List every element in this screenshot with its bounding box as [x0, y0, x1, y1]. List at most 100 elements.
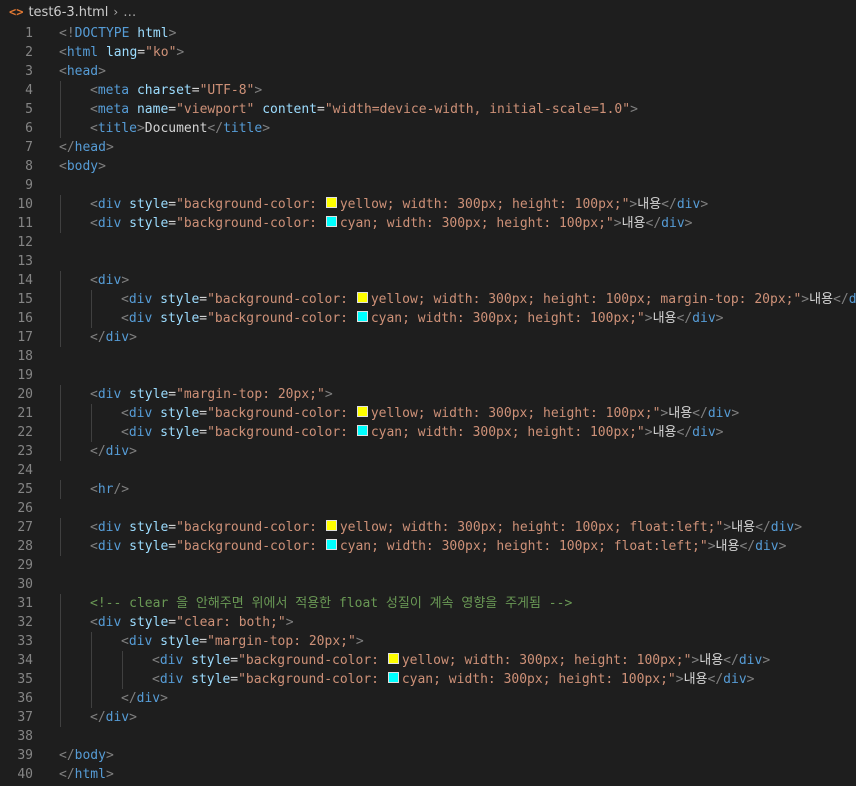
code-editor[interactable]: 1 <!DOCTYPE html> 2 <html lang="ko"> 3 <head>… — [0, 24, 856, 786]
code-token: style — [129, 520, 169, 535]
code-token: < — [90, 615, 98, 630]
code-token: div — [692, 311, 716, 326]
line-number: 38 — [17, 729, 33, 744]
line-number: 27 — [17, 520, 33, 535]
code-line[interactable]: 35 <div style="background-color: cyan; wi… — [0, 670, 856, 689]
code-line[interactable]: 34 <div style="background-color: yellow; … — [0, 651, 856, 670]
code-line[interactable]: 15 <div style="background-color: yellow; … — [0, 290, 856, 309]
code-text: <div style="background-color: cyan; widt… — [90, 537, 786, 556]
code-line[interactable]: 6 <title>Document</title> — [0, 119, 856, 138]
code-token: </ — [661, 197, 677, 212]
code-line[interactable]: 24 — [0, 461, 856, 480]
code-token: </ — [707, 672, 724, 687]
code-line[interactable]: 21 <div style="background-color: yellow; … — [0, 404, 856, 423]
code-line[interactable]: 33 <div style="margin-top: 20px;"> — [0, 632, 856, 651]
code-line[interactable]: 14 <div> — [0, 271, 856, 290]
color-swatch-yellow[interactable] — [356, 406, 368, 417]
code-line[interactable]: 22 <div style="background-color: cyan; wi… — [0, 423, 856, 442]
code-token: 내용 — [637, 197, 662, 212]
code-line[interactable]: 7 </head> — [0, 138, 856, 157]
code-line[interactable]: 32 <div style="clear: both;"> — [0, 613, 856, 632]
color-swatch-cyan[interactable] — [356, 311, 368, 322]
color-swatch-cyan[interactable] — [356, 425, 368, 436]
code-line[interactable]: 28 <div style="background-color: cyan; wi… — [0, 537, 856, 556]
color-swatch-yellow[interactable] — [387, 653, 399, 664]
code-text: <div style="background-color: yellow; wi… — [121, 404, 739, 423]
breadcrumb-file[interactable]: test6-3.html — [28, 5, 108, 20]
code-line[interactable]: 37 </div> — [0, 708, 856, 727]
color-swatch-cyan[interactable] — [325, 539, 337, 550]
code-token: </ — [59, 748, 75, 763]
code-text: <div style="background-color: cyan; widt… — [90, 214, 692, 233]
code-line[interactable]: 11 <div style="background-color: cyan; wi… — [0, 214, 856, 233]
code-line[interactable]: 5 <meta name="viewport" content="width=de… — [0, 100, 856, 119]
indent-guide — [122, 670, 123, 689]
code-line[interactable]: 18 — [0, 347, 856, 366]
line-number: 20 — [17, 387, 33, 402]
code-line[interactable]: 29 — [0, 556, 856, 575]
color-swatch-cyan[interactable] — [387, 672, 399, 683]
code-token: </ — [90, 444, 106, 459]
code-line[interactable]: 8 <body> — [0, 157, 856, 176]
code-token: > — [98, 64, 106, 79]
indent-guide — [60, 651, 61, 670]
code-token: < — [59, 159, 67, 174]
line-number: 6 — [25, 121, 33, 136]
code-line[interactable]: 3 <head> — [0, 62, 856, 81]
code-line[interactable]: 25 <hr/> — [0, 480, 856, 499]
color-swatch-yellow[interactable] — [325, 197, 337, 208]
code-line[interactable]: 13 — [0, 252, 856, 271]
color-swatch-yellow[interactable] — [356, 292, 368, 303]
code-line[interactable]: 40 </html> — [0, 765, 856, 784]
line-number: 23 — [17, 444, 33, 459]
code-line[interactable]: 23 </div> — [0, 442, 856, 461]
indent-guide — [91, 423, 92, 442]
indent-guide — [60, 214, 61, 233]
line-number: 13 — [17, 254, 33, 269]
code-line[interactable]: 19 — [0, 366, 856, 385]
indent-guide — [60, 423, 61, 442]
code-line[interactable]: 12 — [0, 233, 856, 252]
code-token: "background-color: — [176, 216, 325, 231]
code-token: style — [129, 197, 169, 212]
code-line[interactable]: 4 <meta charset="UTF-8"> — [0, 81, 856, 100]
code-line[interactable]: 31 <!-- clear 을 안해주면 위에서 적용한 float 성질이 계속… — [0, 594, 856, 613]
indent-guide — [91, 689, 92, 708]
code-token: div — [136, 691, 161, 706]
code-token: 내용 — [668, 406, 693, 421]
code-line[interactable]: 26 — [0, 499, 856, 518]
code-line[interactable]: 17 </div> — [0, 328, 856, 347]
color-swatch-cyan[interactable] — [325, 216, 337, 227]
code-line[interactable]: 9 — [0, 176, 856, 195]
code-line[interactable]: 30 — [0, 575, 856, 594]
line-number: 9 — [25, 178, 33, 193]
code-line[interactable]: 39 </body> — [0, 746, 856, 765]
code-line[interactable]: 10 <div style="background-color: yellow; … — [0, 195, 856, 214]
breadcrumb-symbol[interactable]: … — [123, 5, 136, 20]
code-line[interactable]: 16 <div style="background-color: cyan; wi… — [0, 309, 856, 328]
code-token: < — [90, 482, 98, 497]
code-token: < — [90, 539, 98, 554]
line-number: 37 — [17, 710, 33, 725]
line-number: 16 — [17, 311, 33, 326]
code-line[interactable]: 27 <div style="background-color: yellow; … — [0, 518, 856, 537]
code-token: = — [168, 197, 177, 212]
code-line[interactable]: 1 <!DOCTYPE html> — [0, 24, 856, 43]
code-token: cyan; width: 300px; height: 100px;" — [401, 672, 676, 687]
code-token: "background-color: — [207, 292, 356, 307]
code-token: = — [168, 539, 177, 554]
code-token: 내용 — [652, 425, 677, 440]
code-line[interactable]: 2 <html lang="ko"> — [0, 43, 856, 62]
code-text: <div style="background-color: yellow; wi… — [90, 195, 708, 214]
code-token: > — [675, 672, 684, 687]
color-swatch-yellow[interactable] — [325, 520, 337, 531]
code-token: > — [129, 710, 137, 725]
code-line[interactable]: 36 </div> — [0, 689, 856, 708]
code-text: </div> — [90, 442, 137, 461]
code-token: "background-color: — [238, 672, 387, 687]
code-line[interactable]: 20 <div style="margin-top: 20px;"> — [0, 385, 856, 404]
code-line[interactable]: 38 — [0, 727, 856, 746]
